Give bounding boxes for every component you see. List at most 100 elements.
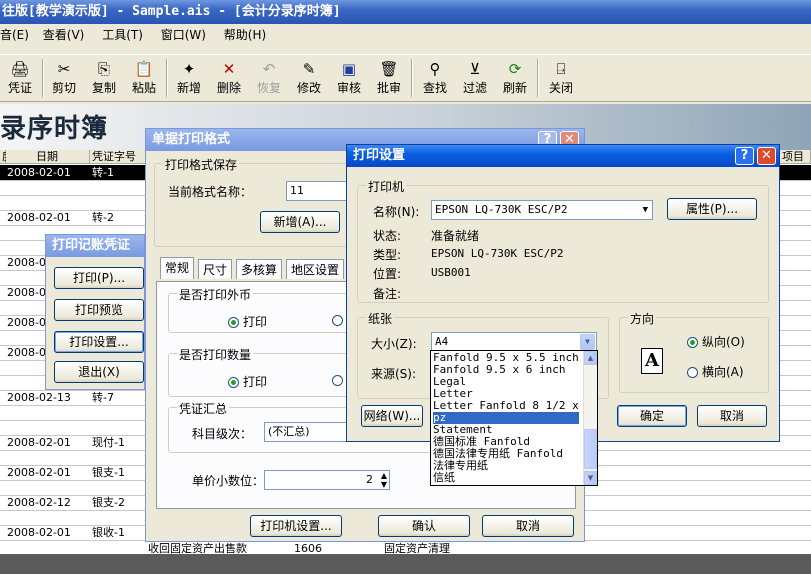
grid-header-date[interactable]: 日期 — [6, 150, 90, 164]
toolbar-undo-button[interactable]: ↶ 恢复 — [249, 59, 289, 96]
print-voucher-title-bar: 打印记账凭证 — [46, 235, 144, 257]
paper-option[interactable]: Letter Fanfold 8 1/2 x 11 — [433, 400, 599, 412]
quantity-noprint-radio[interactable] — [332, 373, 347, 387]
cell-date: 2008-02-01 — [7, 211, 71, 224]
comment-label: 备注: — [373, 287, 402, 301]
tab-general[interactable]: 常规 — [160, 257, 195, 279]
landscape-radio[interactable]: 横向(A) — [687, 363, 744, 380]
scroll-thumb[interactable] — [584, 429, 597, 469]
paper-option[interactable]: 信纸 — [433, 472, 455, 484]
cell-date: 2008-0 — [7, 286, 46, 299]
format-ok-button[interactable]: 确认 — [378, 515, 470, 537]
cell-date: 2008-02-12 — [7, 496, 71, 509]
network-button[interactable]: 网络(W)... — [361, 405, 423, 427]
toolbar-find-button[interactable]: ⚲ 查找 — [415, 59, 455, 96]
cell-date: 2008-0 — [7, 256, 46, 269]
cell-voucher: 转-2 — [92, 211, 114, 224]
toolbar-audit-button[interactable]: ▣ 审核 — [329, 59, 369, 96]
menu-view[interactable]: 查看(V) — [43, 24, 85, 46]
format-new-button[interactable]: 新增(A)... — [260, 211, 340, 233]
status-strip — [0, 554, 811, 574]
paper-list-scrollbar[interactable]: ▲ ▼ — [583, 351, 597, 485]
type-value: EPSON LQ-730K ESC/P2 — [431, 247, 564, 260]
paper-size-label: 大小(Z): — [371, 337, 417, 351]
print-setup-cancel-button[interactable]: 取消 — [697, 405, 767, 427]
where-label: 位置: — [373, 267, 402, 281]
current-format-label: 当前格式名称： — [168, 185, 253, 199]
account-level-select[interactable]: (不汇总) — [264, 422, 354, 442]
toolbar-filter-button[interactable]: ⊻ 过滤 — [455, 59, 495, 96]
where-value: USB001 — [431, 266, 471, 279]
menu-file[interactable]: 音(E) — [0, 24, 29, 46]
print-settings-button[interactable]: 打印设置... — [54, 331, 144, 353]
toolbar-close-button[interactable]: ⍈ 关闭 — [541, 59, 581, 96]
toolbar-edit-button[interactable]: ✎ 修改 — [289, 59, 329, 96]
exit-button[interactable]: 退出(X) — [54, 361, 144, 383]
page-title: 录序时簿 — [0, 114, 109, 144]
menu-window[interactable]: 窗口(W) — [161, 24, 206, 46]
batch-audit-icon: 🗑 — [379, 60, 399, 78]
tab-size[interactable]: 尺寸 — [198, 259, 233, 279]
chevron-down-icon[interactable]: ▼ — [580, 334, 595, 350]
audit-icon: ▣ — [341, 60, 357, 78]
printer-properties-button[interactable]: 属性(P)... — [667, 198, 757, 220]
radio-dot-icon — [332, 315, 343, 326]
printer-setup-button[interactable]: 打印机设置... — [250, 515, 342, 537]
scroll-down-icon[interactable]: ▼ — [584, 471, 597, 485]
toolbar-separator — [411, 59, 413, 97]
print-setup-ok-button[interactable]: 确定 — [617, 405, 687, 427]
print-voucher-panel: 打印记账凭证 打印(P)... 打印预览 打印设置... 退出(X) — [45, 234, 145, 390]
paste-icon: 📋 — [134, 60, 154, 78]
refresh-icon: ⟳ — [508, 60, 522, 78]
filter-icon: ⊻ — [469, 60, 481, 78]
cell-voucher: 转-7 — [92, 391, 114, 404]
spinner-arrows-icon[interactable]: ▲ ▼ — [381, 471, 387, 489]
grid-header-project[interactable]: 项目 — [780, 150, 811, 164]
toolbar-cut-button[interactable]: ✂ 剪切 — [44, 59, 84, 96]
toolbar-paste-button[interactable]: 📋 粘贴 — [124, 59, 164, 96]
toolbar-new-button[interactable]: ✦ 新增 — [169, 59, 209, 96]
quantity-print-radio[interactable]: 打印 — [228, 373, 267, 390]
print-button[interactable]: 打印(P)... — [54, 267, 144, 289]
radio-dot-icon — [687, 367, 698, 378]
portrait-preview-icon: A — [641, 348, 663, 374]
cell-voucher: 银支-2 — [92, 496, 125, 509]
toolbar-separator — [166, 59, 168, 97]
printer-name-select[interactable]: EPSON LQ-730K ESC/P2 ▼ — [431, 200, 653, 220]
toolbar-separator — [537, 59, 539, 97]
tab-locale[interactable]: 地区设置 — [286, 259, 345, 279]
undo-icon: ↶ — [262, 60, 276, 78]
foreign-print-radio[interactable]: 打印 — [228, 313, 267, 330]
menu-help[interactable]: 帮助(H) — [224, 24, 266, 46]
print-setup-close-button[interactable]: ✕ — [757, 147, 776, 165]
menu-bar: 音(E) 查看(V) 工具(T) 窗口(W) 帮助(H) — [0, 24, 811, 46]
exit-door-icon: ⍈ — [556, 60, 566, 78]
app-title-bar: 往版[教学演示版] - Sample.ais - [会计分录序时簿] — [0, 0, 811, 24]
print-voucher-title: 打印记账凭证 — [52, 238, 131, 253]
cell-date: 2008-02-01 — [7, 436, 71, 449]
print-setup-title: 打印设置 — [353, 148, 406, 163]
portrait-radio[interactable]: 纵向(O) — [687, 333, 745, 350]
print-voucher-icon: 🖨 — [10, 60, 30, 78]
paper-size-dropdown-list[interactable]: Fanfold 9.5 x 5.5 inch Fanfold 9.5 x 6 in… — [430, 350, 599, 486]
app-title: 往版[教学演示版] - Sample.ais - [会计分录序时簿] — [2, 4, 341, 19]
cell-voucher: 银收-1 — [92, 526, 125, 539]
tab-multi-accounting[interactable]: 多核算 — [236, 259, 283, 279]
radio-dot-icon — [228, 377, 239, 388]
print-preview-button[interactable]: 打印预览 — [54, 299, 144, 321]
print-setup-help-button[interactable]: ? — [735, 147, 754, 165]
toolbar-batch-audit-button[interactable]: 🗑 批审 — [369, 59, 409, 96]
new-icon: ✦ — [182, 60, 196, 78]
format-cancel-button[interactable]: 取消 — [482, 515, 574, 537]
decimal-places-spinner[interactable]: 2 ▲ ▼ — [264, 470, 390, 490]
toolbar-refresh-button[interactable]: ⟳ 刷新 — [495, 59, 535, 96]
paper-size-select[interactable]: A4 ▼ — [431, 332, 597, 352]
menu-tools[interactable]: 工具(T) — [102, 24, 143, 46]
toolbar-voucher-button[interactable]: 🖨 凭证 — [0, 59, 40, 96]
format-dialog-title: 单据打印格式 — [152, 132, 231, 147]
toolbar-delete-button[interactable]: ✕ 删除 — [209, 59, 249, 96]
foreign-noprint-radio[interactable] — [332, 313, 347, 327]
scroll-up-icon[interactable]: ▲ — [584, 351, 597, 365]
toolbar-copy-button[interactable]: ⎘ 复制 — [84, 59, 124, 96]
grid-header-voucher[interactable]: 凭证字号 — [90, 150, 146, 164]
